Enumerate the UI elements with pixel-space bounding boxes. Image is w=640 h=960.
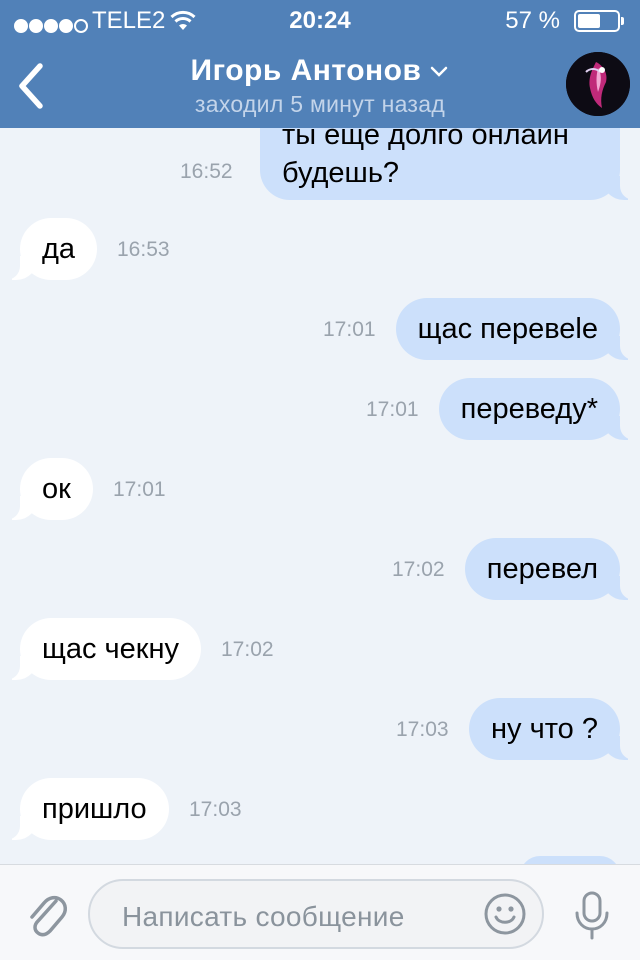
- message-bubble-outgoing[interactable]: щас перевеle: [395, 298, 640, 360]
- message-timestamp: 16:52: [180, 160, 233, 183]
- message-bubble-incoming[interactable]: щас чекну: [0, 618, 201, 680]
- message-timestamp: 17:01: [323, 318, 376, 341]
- status-bar: TELE2 20:24 57 %: [0, 0, 640, 40]
- microphone-icon: [575, 891, 609, 940]
- message-bubble-outgoing[interactable]: перевел: [464, 538, 640, 600]
- contact-last-seen: заходил 5 минут назад: [194, 91, 446, 117]
- emoji-button[interactable]: [482, 891, 528, 937]
- message-bubble-incoming[interactable]: да: [0, 218, 98, 280]
- message-row: ок 17:01: [0, 440, 640, 520]
- message-text: будешь?: [282, 157, 400, 189]
- composer-bar: Написать сообщение: [0, 864, 640, 960]
- message-row: щас перевеle 17:01: [0, 280, 640, 360]
- message-list[interactable]: ты еще долго онлайн будешь? 16:52 да 16:5…: [0, 0, 640, 864]
- message-text: ок: [42, 473, 71, 505]
- smiley-icon: [484, 893, 526, 935]
- message-timestamp: 17:01: [366, 398, 419, 421]
- message-timestamp: 17:02: [392, 558, 445, 581]
- chevron-down-icon: [431, 66, 448, 77]
- message-text: щас чекну: [42, 633, 179, 665]
- message-timestamp: 16:53: [117, 238, 170, 261]
- message-input-placeholder: Написать сообщение: [122, 901, 405, 932]
- message-text: да: [42, 233, 76, 265]
- avatar[interactable]: [566, 52, 630, 116]
- message-text: щас перевеle: [417, 313, 598, 345]
- message-bubble-incoming[interactable]: ок: [0, 458, 93, 520]
- microphone-button[interactable]: [572, 887, 612, 943]
- chat-header: TELE2 20:24 57 % Игорь Антонов заходил 5…: [0, 0, 640, 128]
- message-row: пришло 17:03: [0, 760, 640, 840]
- battery-percentage: 57 %: [505, 7, 560, 34]
- message-timestamp: 17:03: [189, 798, 242, 821]
- avatar-image: [566, 52, 630, 116]
- message-timestamp: 17:01: [113, 478, 166, 501]
- message-bubble-outgoing[interactable]: ну что ?: [469, 698, 640, 760]
- contact-name: Игорь Антонов: [190, 54, 422, 87]
- message-text: переведу*: [460, 393, 598, 425]
- message-text: перевел: [486, 553, 598, 585]
- message-timestamp: 17:03: [396, 718, 449, 741]
- message-input[interactable]: Написать сообщение: [88, 879, 544, 949]
- paperclip-icon: [30, 895, 67, 937]
- message-text: пришло: [42, 793, 147, 825]
- message-bubble-outgoing: [520, 856, 620, 864]
- message-row: ну что ? 17:03: [0, 680, 640, 760]
- message-row: да 16:53: [0, 200, 640, 280]
- message-row: перевел 17:02: [0, 520, 640, 600]
- message-row: щас чекну 17:02: [0, 600, 640, 680]
- battery-icon: [574, 10, 624, 32]
- contact-name-button[interactable]: Игорь Антонов: [0, 54, 640, 88]
- message-bubble-incoming[interactable]: пришло: [0, 778, 169, 840]
- message-timestamp: 17:02: [221, 638, 274, 661]
- battery-level-fill: [578, 14, 600, 28]
- message-bubble-outgoing[interactable]: переведу*: [438, 378, 640, 440]
- attach-button[interactable]: [22, 887, 70, 943]
- message-text: ну что ?: [491, 713, 598, 745]
- message-row: переведу* 17:01: [0, 360, 640, 440]
